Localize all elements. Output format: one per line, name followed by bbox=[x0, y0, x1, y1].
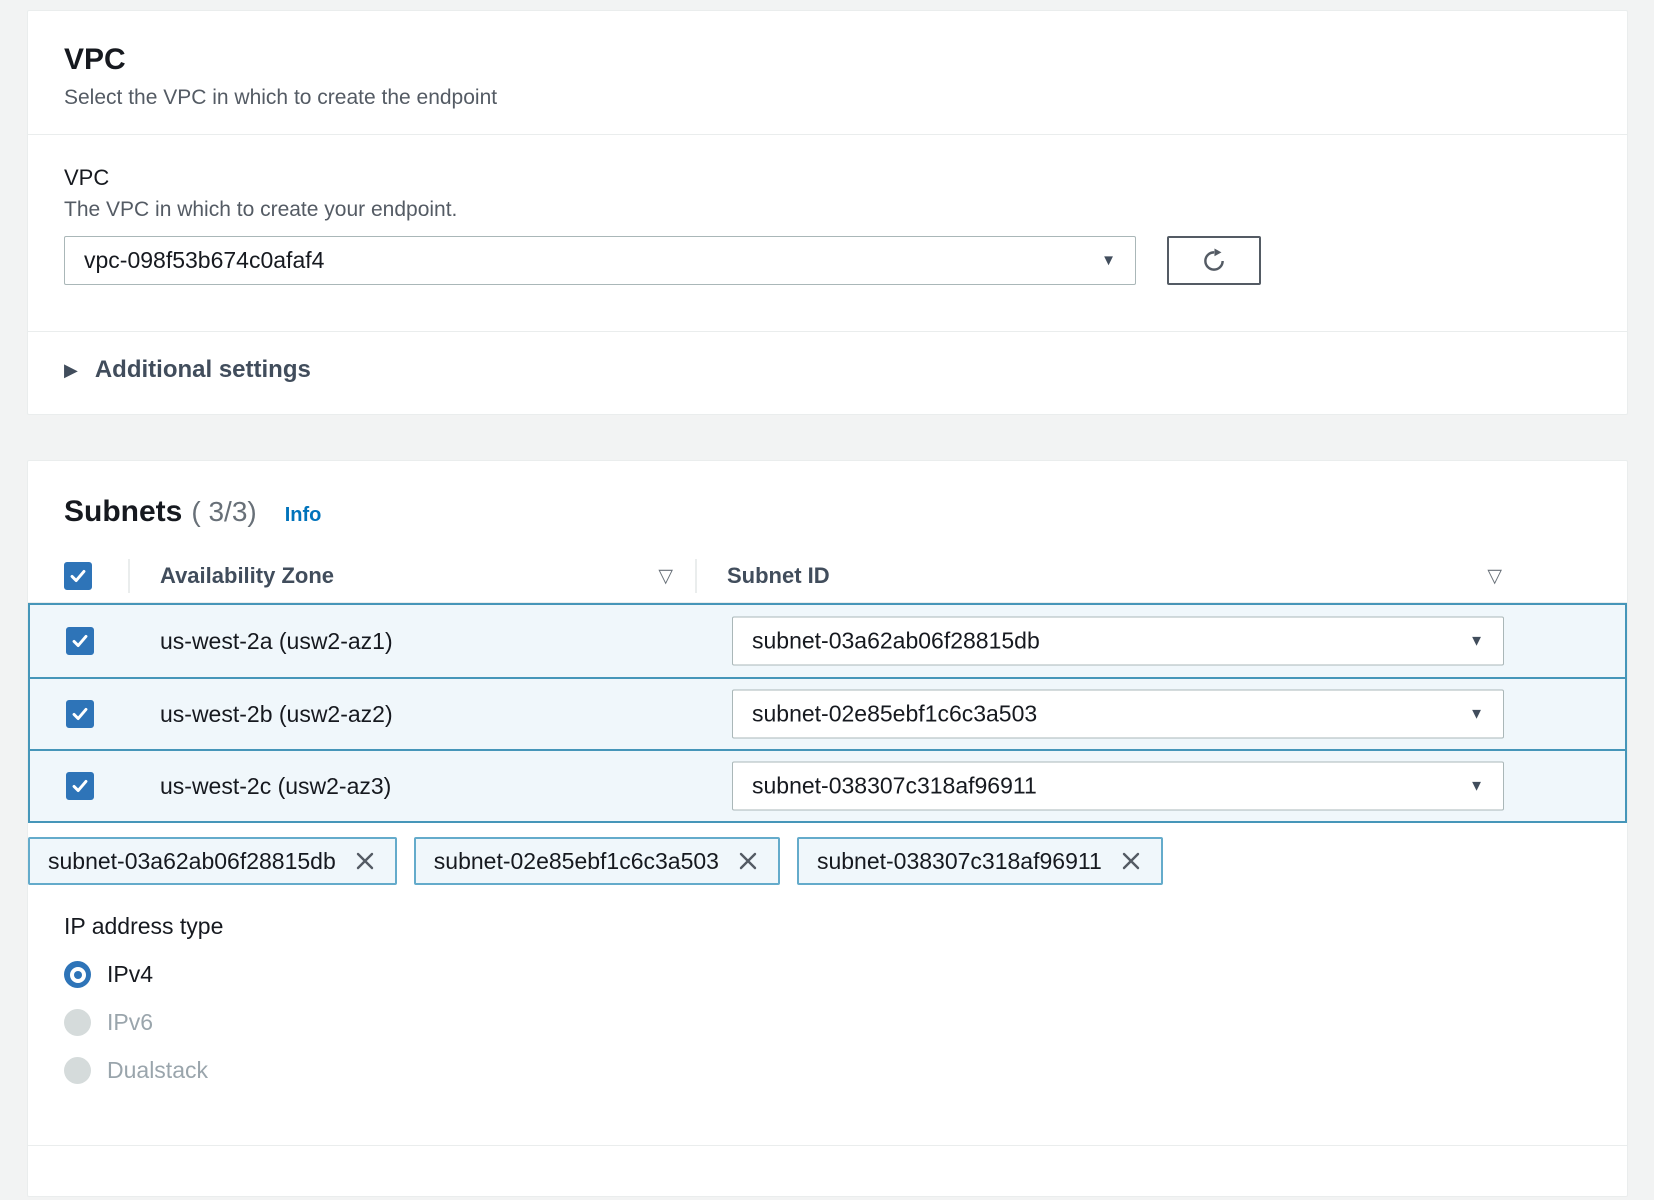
radio-option-ipv6: IPv6 bbox=[64, 1009, 1591, 1036]
vpc-panel: VPC Select the VPC in which to create th… bbox=[27, 10, 1628, 415]
additional-settings-expander[interactable]: ▶ Additional settings bbox=[64, 332, 1591, 414]
close-icon[interactable] bbox=[353, 849, 377, 873]
availability-zone-value: us-west-2a (usw2-az1) bbox=[160, 628, 393, 655]
refresh-icon bbox=[1200, 247, 1228, 275]
chevron-down-icon: ▼ bbox=[1101, 252, 1116, 269]
column-header-subnet-id: Subnet ID bbox=[727, 563, 830, 589]
subnet-token: subnet-03a62ab06f28815db bbox=[28, 837, 397, 885]
vpc-panel-title: VPC bbox=[64, 43, 1591, 77]
radio-disabled-icon bbox=[64, 1009, 91, 1036]
table-row[interactable]: us-west-2b (usw2-az2) subnet-02e85ebf1c6… bbox=[30, 677, 1625, 749]
subnet-id-value: subnet-02e85ebf1c6c3a503 bbox=[752, 701, 1037, 728]
table-row[interactable]: us-west-2a (usw2-az1) subnet-03a62ab06f2… bbox=[30, 605, 1625, 677]
close-icon[interactable] bbox=[1119, 849, 1143, 873]
radio-option-dualstack: Dualstack bbox=[64, 1057, 1591, 1084]
radio-label-ipv6: IPv6 bbox=[107, 1009, 153, 1036]
subnets-table-header: Availability Zone ▽ Subnet ID ▽ bbox=[28, 550, 1627, 603]
token-label: subnet-038307c318af96911 bbox=[817, 848, 1102, 875]
token-label: subnet-03a62ab06f28815db bbox=[48, 848, 336, 875]
radio-option-ipv4[interactable]: IPv4 bbox=[64, 961, 1591, 988]
table-row[interactable]: us-west-2c (usw2-az3) subnet-038307c318a… bbox=[30, 749, 1625, 821]
ip-address-type-label: IP address type bbox=[64, 913, 1591, 940]
vpc-select[interactable]: vpc-098f53b674c0afaf4 ▼ bbox=[64, 236, 1136, 285]
row-checkbox[interactable] bbox=[66, 700, 94, 728]
radio-label-dualstack: Dualstack bbox=[107, 1057, 208, 1084]
chevron-down-icon: ▼ bbox=[1469, 633, 1484, 650]
subnets-counter: ( 3/3) bbox=[191, 496, 256, 528]
subnets-panel: Subnets ( 3/3) Info Availability Zone ▽ … bbox=[27, 460, 1628, 1197]
subnets-table-body: us-west-2a (usw2-az1) subnet-03a62ab06f2… bbox=[28, 603, 1627, 823]
subnet-id-select[interactable]: subnet-03a62ab06f28815db ▼ bbox=[732, 617, 1504, 666]
header-divider bbox=[695, 559, 697, 593]
row-checkbox[interactable] bbox=[66, 627, 94, 655]
ip-address-type-section: IP address type IPv4 IPv6 Dualstack bbox=[28, 885, 1627, 1114]
subnet-token: subnet-02e85ebf1c6c3a503 bbox=[414, 837, 780, 885]
selected-subnet-tokens: subnet-03a62ab06f28815db subnet-02e85ebf… bbox=[28, 837, 1627, 885]
subnet-id-value: subnet-038307c318af96911 bbox=[752, 773, 1037, 800]
subnets-title: Subnets bbox=[64, 495, 182, 529]
refresh-button[interactable] bbox=[1167, 236, 1261, 285]
radio-selected-icon[interactable] bbox=[64, 961, 91, 988]
column-header-availability-zone: Availability Zone bbox=[160, 563, 334, 589]
info-link[interactable]: Info bbox=[285, 504, 322, 527]
header-divider bbox=[128, 559, 130, 593]
vpc-panel-body: VPC The VPC in which to create your endp… bbox=[28, 135, 1627, 414]
vpc-select-value: vpc-098f53b674c0afaf4 bbox=[84, 247, 324, 274]
row-checkbox[interactable] bbox=[66, 772, 94, 800]
vpc-panel-header: VPC Select the VPC in which to create th… bbox=[28, 11, 1627, 135]
subnet-id-select[interactable]: subnet-038307c318af96911 ▼ bbox=[732, 762, 1504, 811]
vpc-field-description: The VPC in which to create your endpoint… bbox=[64, 198, 1591, 222]
radio-label-ipv4: IPv4 bbox=[107, 961, 153, 988]
select-all-checkbox[interactable] bbox=[64, 562, 92, 590]
sort-icon-availability-zone[interactable]: ▽ bbox=[658, 565, 673, 588]
vpc-field-label: VPC bbox=[64, 165, 1591, 191]
additional-settings-label: Additional settings bbox=[95, 356, 311, 384]
availability-zone-value: us-west-2c (usw2-az3) bbox=[160, 773, 391, 800]
radio-disabled-icon bbox=[64, 1057, 91, 1084]
chevron-down-icon: ▼ bbox=[1469, 778, 1484, 795]
sort-icon-subnet-id[interactable]: ▽ bbox=[1487, 565, 1502, 588]
chevron-down-icon: ▼ bbox=[1469, 706, 1484, 723]
vpc-panel-subtitle: Select the VPC in which to create the en… bbox=[64, 86, 1591, 110]
subnet-token: subnet-038307c318af96911 bbox=[797, 837, 1163, 885]
subnets-panel-header: Subnets ( 3/3) Info bbox=[28, 461, 1627, 529]
subnet-id-value: subnet-03a62ab06f28815db bbox=[752, 628, 1040, 655]
subnet-id-select[interactable]: subnet-02e85ebf1c6c3a503 ▼ bbox=[732, 690, 1504, 739]
close-icon[interactable] bbox=[736, 849, 760, 873]
availability-zone-value: us-west-2b (usw2-az2) bbox=[160, 701, 393, 728]
expander-triangle-icon: ▶ bbox=[64, 360, 78, 381]
token-label: subnet-02e85ebf1c6c3a503 bbox=[434, 848, 719, 875]
divider bbox=[28, 1145, 1627, 1146]
